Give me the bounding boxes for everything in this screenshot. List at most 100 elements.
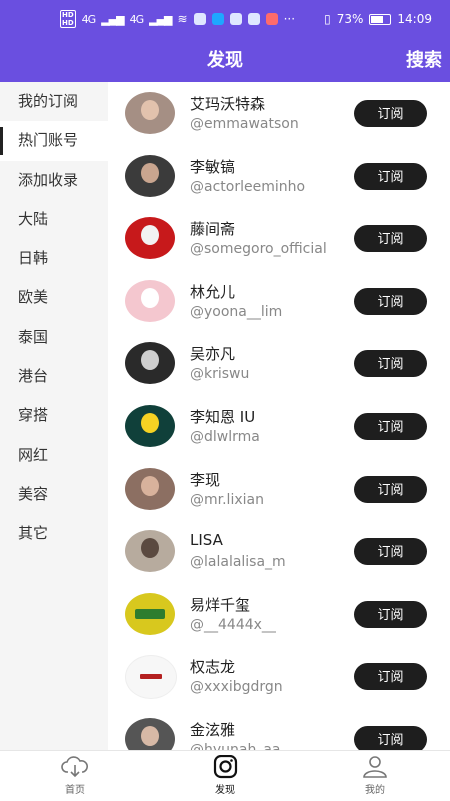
account-row[interactable]: 金泫雅 @hyunah_aa 订阅 (108, 708, 450, 750)
status-left: HD HD 4G ▂▄▆ 4G ▂▄▆ ≋ ··· (60, 10, 295, 28)
chat-notification-icon (247, 13, 260, 25)
status-right: ▯ 73% 14:09 (324, 12, 432, 26)
avatar[interactable] (125, 592, 175, 635)
account-row[interactable]: LISA @lalalalisa_m 订阅 (108, 520, 450, 583)
account-row[interactable]: 林允儿 @yoona__lim 订阅 (108, 270, 450, 333)
avatar[interactable] (125, 717, 175, 750)
subscribe-button[interactable]: 订阅 (354, 538, 427, 566)
bottom-nav: 首页 发现 我的 (0, 750, 450, 801)
sidebar-item-europe-america[interactable]: 欧美 (0, 278, 108, 317)
account-handle: @emmawatson (190, 116, 299, 132)
account-name: 李敏镐 (190, 157, 236, 176)
cloud-notification-icon (229, 13, 242, 25)
subscribe-button[interactable]: 订阅 (354, 350, 427, 378)
account-row[interactable]: 李现 @mr.lixian 订阅 (108, 458, 450, 521)
account-handle: @hyunah_aa (190, 741, 281, 750)
cloud-download-icon (61, 756, 88, 778)
sidebar-item-hk-taiwan[interactable]: 港台 (0, 357, 108, 396)
tab-discover[interactable]: 发现 (180, 755, 270, 796)
avatar[interactable] (125, 154, 175, 197)
signal-bars-icon: ▂▄▆ (149, 12, 172, 26)
subscribe-button[interactable]: 订阅 (354, 412, 427, 440)
account-row[interactable]: 权志龙 @xxxibgdrgn 订阅 (108, 645, 450, 708)
status-bar: HD HD 4G ▂▄▆ 4G ▂▄▆ ≋ ··· ▯ 73% 14:09 (0, 0, 450, 40)
account-name: 藤间斋 (190, 220, 236, 239)
person-icon (363, 756, 387, 778)
avatar[interactable] (125, 404, 175, 447)
clock: 14:09 (397, 12, 432, 26)
account-handle: @somegoro_official (190, 241, 327, 258)
account-name: 吴亦凡 (190, 345, 236, 364)
subscribe-button[interactable]: 订阅 (354, 100, 427, 127)
account-handle: @yoona__lim (190, 303, 283, 320)
avatar[interactable] (125, 342, 175, 385)
avatar[interactable] (125, 217, 175, 260)
wifi-icon: ≋ (177, 12, 188, 26)
account-row[interactable]: 藤间斋 @somegoro_official 订阅 (108, 207, 450, 270)
account-name: 权志龙 (190, 658, 236, 677)
sidebar-item-my-subscriptions[interactable]: 我的订阅 (0, 82, 108, 121)
account-row[interactable]: 李敏镐 @actorleeminho 订阅 (108, 145, 450, 208)
account-name: 艾玛沃特森 (190, 95, 266, 113)
hd-indicator-icon: HD HD (60, 10, 76, 28)
tab-home-label: 首页 (65, 785, 85, 796)
subscribe-button[interactable]: 订阅 (354, 287, 427, 315)
avatar[interactable] (125, 279, 175, 322)
signal-label-2: 4G (129, 12, 144, 26)
account-handle: @dlwlrma (190, 428, 260, 445)
instagram-icon (213, 755, 238, 779)
sidebar-item-beauty[interactable]: 美容 (0, 475, 108, 514)
sidebar-item-add-collection[interactable]: 添加收录 (0, 161, 108, 200)
sidebar-item-outfits[interactable]: 穿搭 (0, 396, 108, 435)
account-row[interactable]: 艾玛沃特森 @emmawatson 订阅 (108, 82, 450, 145)
account-handle: @actorleeminho (190, 178, 306, 195)
top-header: HD HD 4G ▂▄▆ 4G ▂▄▆ ≋ ··· ▯ 73% 14:09 发现 … (0, 0, 450, 82)
avatar[interactable] (125, 655, 177, 700)
account-row[interactable]: 李知恩 IU @dlwlrma 订阅 (108, 395, 450, 458)
subscribe-button[interactable]: 订阅 (354, 162, 427, 190)
sidebar-item-japan-korea[interactable]: 日韩 (0, 239, 108, 278)
battery-percent: 73% (336, 12, 364, 26)
account-list: 艾玛沃特森 @emmawatson 订阅 李敏镐 @actorleeminho … (108, 82, 450, 750)
subscribe-button[interactable]: 订阅 (354, 475, 427, 503)
sidebar-item-hot-accounts[interactable]: 热门账号 (0, 121, 108, 161)
account-row[interactable]: 吴亦凡 @kriswu 订阅 (108, 332, 450, 395)
tab-mine[interactable]: 我的 (330, 755, 420, 796)
account-name: 林允儿 (190, 282, 236, 301)
page-title: 发现 (207, 50, 243, 71)
sidebar-item-thailand[interactable]: 泰国 (0, 318, 108, 357)
avatar[interactable] (125, 92, 175, 134)
app-notification-icon (193, 13, 206, 25)
signal-bars-icon: ▂▄▆ (101, 12, 124, 26)
account-row[interactable]: 易烊千玺 @__4444x__ 订阅 (108, 583, 450, 646)
account-name: 易烊千玺 (190, 595, 251, 614)
account-handle: @__4444x__ (190, 616, 276, 633)
account-handle: @kriswu (190, 366, 250, 383)
more-notifications: ··· (283, 12, 296, 26)
vibrate-icon: ▯ (324, 12, 331, 26)
account-handle: @xxxibgdrgn (190, 679, 283, 696)
tab-discover-label: 发现 (215, 785, 235, 796)
search-button[interactable]: 搜索 (406, 46, 442, 72)
sidebar-item-other[interactable]: 其它 (0, 514, 108, 553)
account-handle: @lalalalisa_m (190, 554, 286, 571)
sidebar-item-influencers[interactable]: 网红 (0, 436, 108, 475)
tab-home[interactable]: 首页 (30, 755, 120, 796)
account-name: LISA (190, 531, 223, 550)
app-notification-icon (211, 13, 224, 25)
subscribe-button[interactable]: 订阅 (354, 225, 427, 253)
account-handle: @mr.lixian (190, 491, 264, 508)
app-notification-icon (265, 13, 278, 25)
subscribe-button[interactable]: 订阅 (354, 663, 427, 691)
tab-mine-label: 我的 (365, 785, 385, 796)
account-name: 李知恩 IU (190, 407, 256, 426)
battery-icon (369, 13, 392, 25)
avatar[interactable] (125, 467, 175, 510)
avatar[interactable] (125, 530, 175, 573)
account-name: 金泫雅 (190, 720, 236, 739)
signal-label-1: 4G (81, 12, 96, 26)
subscribe-button[interactable]: 订阅 (354, 600, 427, 628)
sidebar-item-mainland[interactable]: 大陆 (0, 200, 108, 239)
subscribe-button[interactable]: 订阅 (354, 725, 427, 750)
category-sidebar: 我的订阅 热门账号 添加收录 大陆 日韩 欧美 泰国 港台 穿搭 网红 美容 其… (0, 82, 108, 750)
